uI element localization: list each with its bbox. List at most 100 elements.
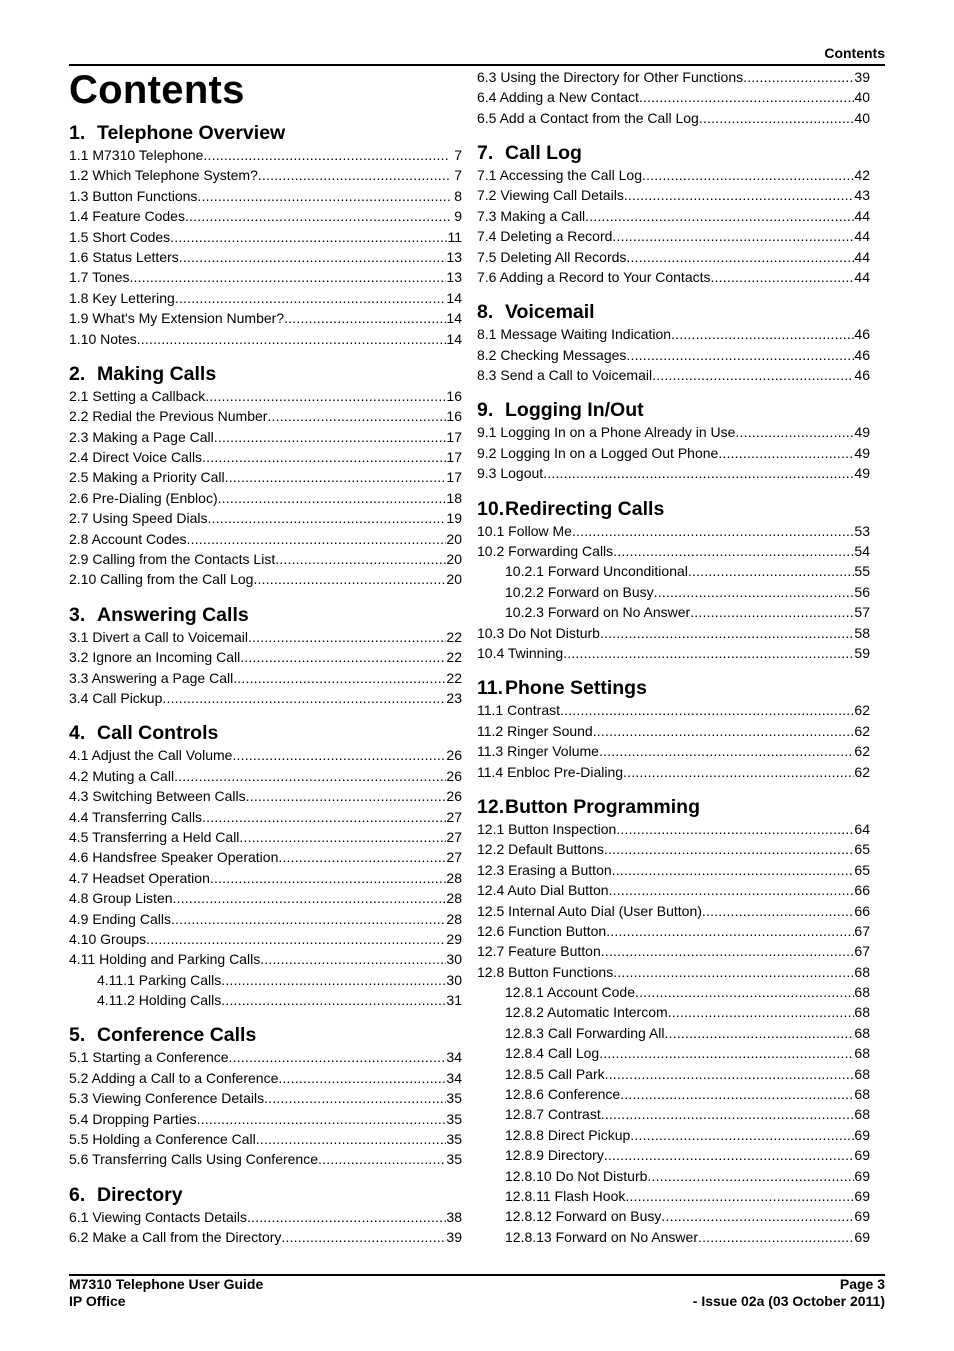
section-heading[interactable]: 7. Call Log <box>477 141 870 165</box>
toc-entry[interactable]: 3.4 Call Pickup 23 <box>69 688 462 708</box>
toc-entry[interactable]: 9.2 Logging In on a Logged Out Phone 49 <box>477 443 870 463</box>
toc-entry[interactable]: 7.3 Making a Call 44 <box>477 206 870 226</box>
section-heading[interactable]: 4. Call Controls <box>69 721 462 745</box>
toc-entry[interactable]: 4.8 Group Listen 28 <box>69 888 462 908</box>
toc-entry[interactable]: 12.8.5 Call Park 68 <box>477 1064 870 1084</box>
section-heading[interactable]: 8. Voicemail <box>477 300 870 324</box>
section-heading[interactable]: 1. Telephone Overview <box>69 121 462 145</box>
toc-entry[interactable]: 1.1 M7310 Telephone 7 <box>69 145 462 165</box>
section-heading[interactable]: 6. Directory <box>69 1183 462 1207</box>
toc-entry[interactable]: 1.2 Which Telephone System? 7 <box>69 165 462 185</box>
toc-entry[interactable]: 2.10 Calling from the Call Log 20 <box>69 569 462 589</box>
toc-entry[interactable]: 4.3 Switching Between Calls 26 <box>69 786 462 806</box>
toc-entry[interactable]: 2.5 Making a Priority Call 17 <box>69 467 462 487</box>
toc-entry[interactable]: 2.1 Setting a Callback 16 <box>69 386 462 406</box>
toc-entry[interactable]: 6.2 Make a Call from the Directory 39 <box>69 1227 462 1247</box>
toc-entry[interactable]: 12.8.10 Do Not Disturb 69 <box>477 1166 870 1186</box>
section-heading[interactable]: 2. Making Calls <box>69 362 462 386</box>
toc-entry[interactable]: 10.2.3 Forward on No Answer 57 <box>477 602 870 622</box>
toc-entry[interactable]: 11.2 Ringer Sound 62 <box>477 721 870 741</box>
toc-entry[interactable]: 5.3 Viewing Conference Details 35 <box>69 1088 462 1108</box>
toc-entry[interactable]: 12.6 Function Button 67 <box>477 921 870 941</box>
toc-entry[interactable]: 2.9 Calling from the Contacts List 20 <box>69 549 462 569</box>
section-heading[interactable]: 5. Conference Calls <box>69 1023 462 1047</box>
toc-entry[interactable]: 12.8.13 Forward on No Answer 69 <box>477 1227 870 1247</box>
toc-entry[interactable]: 5.6 Transferring Calls Using Conference 3… <box>69 1149 462 1169</box>
section-heading[interactable]: 12.Button Programming <box>477 795 870 819</box>
toc-entry[interactable]: 5.4 Dropping Parties 35 <box>69 1109 462 1129</box>
toc-entry[interactable]: 3.2 Ignore an Incoming Call 22 <box>69 647 462 667</box>
toc-entry[interactable]: 1.6 Status Letters 13 <box>69 247 462 267</box>
toc-entry[interactable]: 4.11.1 Parking Calls 30 <box>69 970 462 990</box>
toc-entry[interactable]: 2.8 Account Codes 20 <box>69 529 462 549</box>
toc-entry[interactable]: 12.8.2 Automatic Intercom 68 <box>477 1002 870 1022</box>
toc-entry[interactable]: 6.3 Using the Directory for Other Functi… <box>477 67 870 87</box>
toc-entry[interactable]: 12.8.3 Call Forwarding All 68 <box>477 1023 870 1043</box>
toc-entry[interactable]: 7.4 Deleting a Record 44 <box>477 226 870 246</box>
toc-entry[interactable]: 1.3 Button Functions 8 <box>69 186 462 206</box>
toc-entry[interactable]: 5.2 Adding a Call to a Conference 34 <box>69 1068 462 1088</box>
toc-entry[interactable]: 12.1 Button Inspection 64 <box>477 819 870 839</box>
toc-entry[interactable]: 1.7 Tones 13 <box>69 267 462 287</box>
toc-entry[interactable]: 10.2 Forwarding Calls 54 <box>477 541 870 561</box>
toc-entry[interactable]: 8.3 Send a Call to Voicemail 46 <box>477 365 870 385</box>
toc-entry[interactable]: 12.4 Auto Dial Button 66 <box>477 880 870 900</box>
toc-entry[interactable]: 7.5 Deleting All Records 44 <box>477 247 870 267</box>
toc-entry[interactable]: 12.7 Feature Button 67 <box>477 941 870 961</box>
toc-entry[interactable]: 6.1 Viewing Contacts Details 38 <box>69 1207 462 1227</box>
toc-entry[interactable]: 12.8.1 Account Code 68 <box>477 982 870 1002</box>
toc-entry[interactable]: 10.2.2 Forward on Busy 56 <box>477 582 870 602</box>
toc-entry[interactable]: 12.8.9 Directory 69 <box>477 1145 870 1165</box>
toc-entry[interactable]: 12.8 Button Functions 68 <box>477 962 870 982</box>
toc-entry[interactable]: 12.8.8 Direct Pickup 69 <box>477 1125 870 1145</box>
toc-entry[interactable]: 4.9 Ending Calls 28 <box>69 909 462 929</box>
toc-entry[interactable]: 7.2 Viewing Call Details 43 <box>477 185 870 205</box>
toc-entry[interactable]: 8.1 Message Waiting Indication 46 <box>477 324 870 344</box>
toc-entry[interactable]: 12.3 Erasing a Button 65 <box>477 860 870 880</box>
section-heading[interactable]: 10.Redirecting Calls <box>477 497 870 521</box>
section-heading[interactable]: 3. Answering Calls <box>69 603 462 627</box>
toc-entry[interactable]: 8.2 Checking Messages 46 <box>477 345 870 365</box>
toc-entry[interactable]: 11.4 Enbloc Pre-Dialing 62 <box>477 762 870 782</box>
section-heading[interactable]: 11. Phone Settings <box>477 676 870 700</box>
toc-entry[interactable]: 12.8.4 Call Log 68 <box>477 1043 870 1063</box>
toc-entry[interactable]: 10.2.1 Forward Unconditional 55 <box>477 561 870 581</box>
toc-entry[interactable]: 9.3 Logout 49 <box>477 463 870 483</box>
toc-entry[interactable]: 2.2 Redial the Previous Number 16 <box>69 406 462 426</box>
toc-entry[interactable]: 2.6 Pre-Dialing (Enbloc) 18 <box>69 488 462 508</box>
section-heading[interactable]: 9. Logging In/Out <box>477 398 870 422</box>
toc-entry[interactable]: 11.1 Contrast 62 <box>477 700 870 720</box>
toc-entry[interactable]: 4.5 Transferring a Held Call 27 <box>69 827 462 847</box>
toc-entry[interactable]: 2.4 Direct Voice Calls 17 <box>69 447 462 467</box>
toc-entry[interactable]: 4.4 Transferring Calls 27 <box>69 807 462 827</box>
toc-entry[interactable]: 6.4 Adding a New Contact 40 <box>477 87 870 107</box>
toc-entry[interactable]: 4.6 Handsfree Speaker Operation 27 <box>69 847 462 867</box>
toc-entry[interactable]: 10.3 Do Not Disturb 58 <box>477 623 870 643</box>
toc-entry[interactable]: 2.3 Making a Page Call 17 <box>69 427 462 447</box>
toc-entry[interactable]: 12.5 Internal Auto Dial (User Button) 66 <box>477 901 870 921</box>
toc-entry[interactable]: 12.2 Default Buttons 65 <box>477 839 870 859</box>
toc-entry[interactable]: 7.6 Adding a Record to Your Contacts 44 <box>477 267 870 287</box>
toc-entry[interactable]: 12.8.7 Contrast 68 <box>477 1104 870 1124</box>
toc-entry[interactable]: 1.9 What's My Extension Number? 14 <box>69 308 462 328</box>
toc-entry[interactable]: 7.1 Accessing the Call Log 42 <box>477 165 870 185</box>
toc-entry[interactable]: 11.3 Ringer Volume 62 <box>477 741 870 761</box>
toc-entry[interactable]: 12.8.11 Flash Hook 69 <box>477 1186 870 1206</box>
toc-entry[interactable]: 5.5 Holding a Conference Call 35 <box>69 1129 462 1149</box>
toc-entry[interactable]: 5.1 Starting a Conference 34 <box>69 1047 462 1067</box>
toc-entry[interactable]: 1.5 Short Codes 11 <box>69 227 462 247</box>
toc-entry[interactable]: 4.10 Groups 29 <box>69 929 462 949</box>
toc-entry[interactable]: 1.10 Notes 14 <box>69 329 462 349</box>
toc-entry[interactable]: 10.4 Twinning 59 <box>477 643 870 663</box>
toc-entry[interactable]: 4.1 Adjust the Call Volume 26 <box>69 745 462 765</box>
toc-entry[interactable]: 2.7 Using Speed Dials 19 <box>69 508 462 528</box>
toc-entry[interactable]: 4.11 Holding and Parking Calls 30 <box>69 949 462 969</box>
toc-entry[interactable]: 6.5 Add a Contact from the Call Log 40 <box>477 108 870 128</box>
toc-entry[interactable]: 1.4 Feature Codes 9 <box>69 206 462 226</box>
toc-entry[interactable]: 3.3 Answering a Page Call 22 <box>69 668 462 688</box>
toc-entry[interactable]: 4.11.2 Holding Calls 31 <box>69 990 462 1010</box>
toc-entry[interactable]: 9.1 Logging In on a Phone Already in Use… <box>477 422 870 442</box>
toc-entry[interactable]: 4.2 Muting a Call 26 <box>69 766 462 786</box>
toc-entry[interactable]: 4.7 Headset Operation 28 <box>69 868 462 888</box>
toc-entry[interactable]: 12.8.6 Conference 68 <box>477 1084 870 1104</box>
